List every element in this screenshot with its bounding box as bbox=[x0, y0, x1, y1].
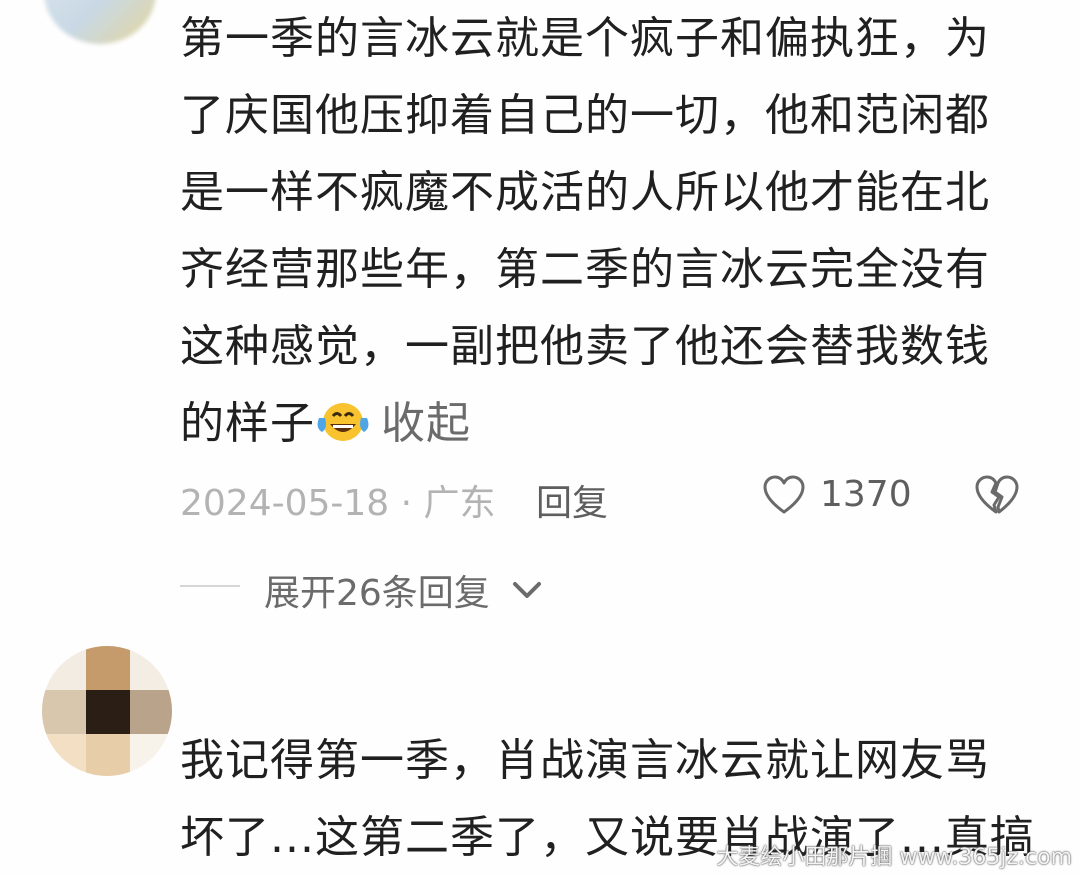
avatar[interactable] bbox=[42, 646, 172, 776]
comment-line: 齐经营那些年，第二季的言冰云完全没有 bbox=[180, 244, 990, 295]
comment-line: 第一季的言冰云就是个疯子和偏执狂，为 bbox=[180, 13, 990, 64]
like-count: 1370 bbox=[820, 474, 912, 515]
collapse-button[interactable]: 收起 bbox=[381, 398, 471, 449]
avatar-mosaic-tile bbox=[42, 734, 86, 776]
divider bbox=[180, 585, 240, 587]
chevron-down-icon bbox=[510, 572, 544, 600]
avatar[interactable] bbox=[44, 0, 156, 44]
comment-line: 这种感觉，一副把他卖了他还会替我数钱 bbox=[180, 321, 990, 372]
broken-heart-icon[interactable] bbox=[974, 474, 1020, 518]
comment-line: 是一样不疯魔不成活的人所以他才能在北 bbox=[180, 167, 990, 218]
comment-text: 第一季的言冰云就是个疯子和偏执狂，为 了庆国他压抑着自己的一切，他和范闲都 是一… bbox=[180, 0, 1010, 462]
comment-line: 了庆国他压抑着自己的一切，他和范闲都 bbox=[180, 90, 990, 141]
comment-meta: 2024-05-18 · 广东 回复 1370 bbox=[180, 468, 1040, 528]
avatar-mosaic-tile bbox=[130, 646, 172, 690]
avatar-mosaic-tile bbox=[86, 734, 130, 776]
heart-icon[interactable] bbox=[762, 474, 806, 518]
avatar-mosaic-tile bbox=[42, 690, 86, 734]
comment-line: 我记得第一季，肖战演言冰云就让网友骂 bbox=[180, 735, 990, 786]
comment-date-location: 2024-05-18 · 广东 bbox=[180, 483, 496, 524]
comment-line: 的样子 bbox=[180, 398, 315, 449]
avatar-mosaic-tile bbox=[42, 646, 86, 690]
avatar-mosaic-tile bbox=[130, 734, 172, 776]
avatar-mosaic-tile bbox=[86, 646, 130, 690]
expand-replies-label: 展开26条回复 bbox=[264, 573, 490, 614]
watermark: 大麦绘小田那片掴 www.365jz.com bbox=[716, 845, 1072, 870]
reply-button[interactable]: 回复 bbox=[536, 474, 608, 526]
avatar-mosaic-tile bbox=[86, 690, 130, 734]
laughing-tears-emoji-icon bbox=[315, 391, 371, 441]
comment-last-line: 的样子 收起 bbox=[180, 385, 1010, 462]
avatar-mosaic-tile bbox=[130, 690, 172, 734]
